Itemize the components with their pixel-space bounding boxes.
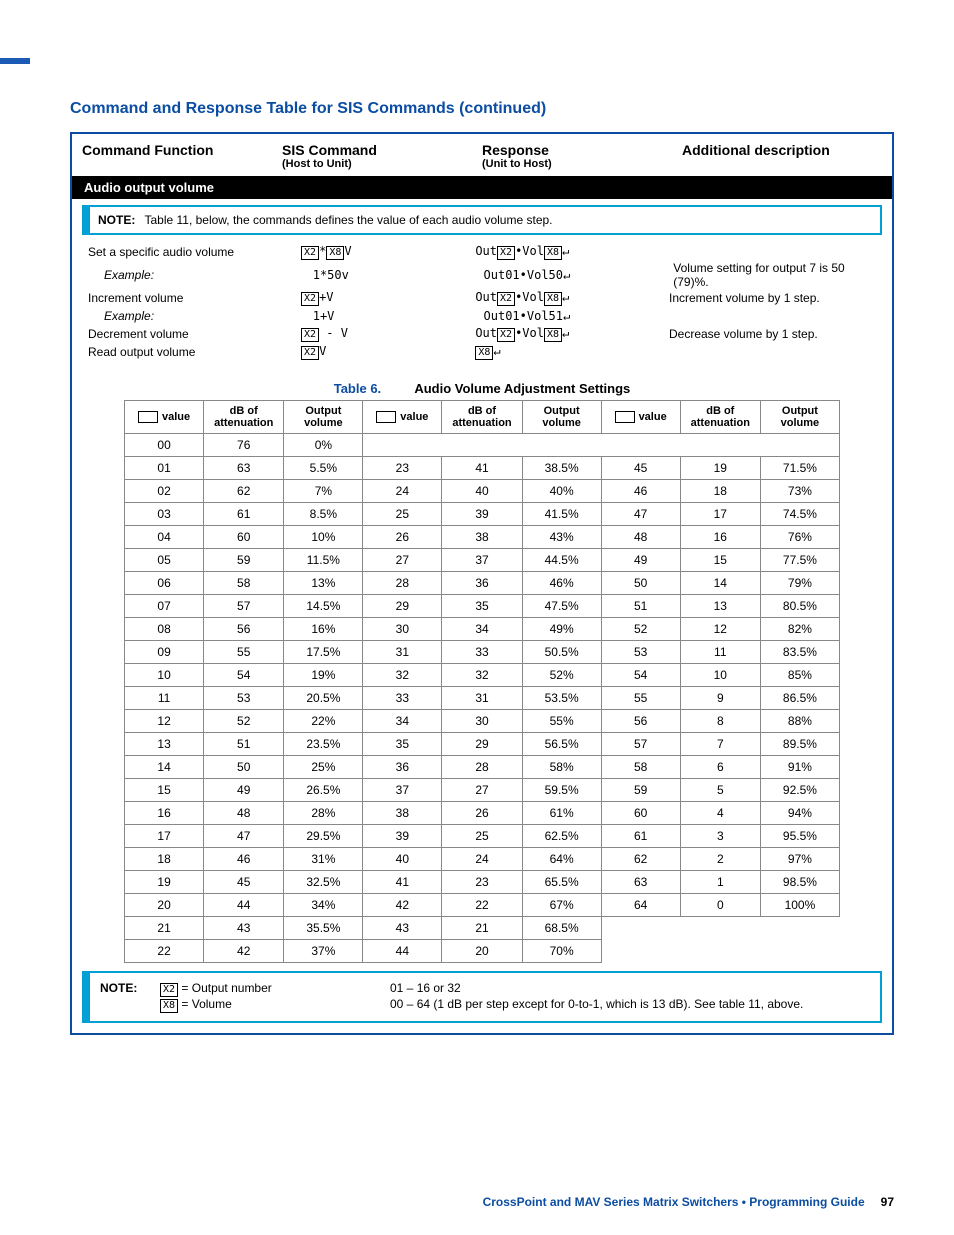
table-row: 145025%362858%58691%	[125, 756, 840, 779]
page-number: 97	[881, 1195, 894, 1209]
table-row: 224237%442070%	[125, 940, 840, 963]
table-row: 00760%	[125, 434, 840, 457]
table-row: 214335.5%432168.5%	[125, 917, 840, 940]
table-header-row: Command Function SIS Command Response Ad…	[72, 134, 892, 158]
x8-icon: X8	[160, 999, 178, 1013]
footnote-box: NOTE: X2 = Output number 01 – 16 or 32 X…	[82, 971, 882, 1023]
command-row: Example:1*50vOut01•Vol50↵Volume setting …	[82, 261, 882, 289]
command-table-frame: Command Function SIS Command Response Ad…	[70, 132, 894, 1035]
command-row: Decrement volumeX2 - VOutX2•VolX8↵Decrea…	[82, 325, 882, 343]
th-resp-sub: (Unit to Host)	[482, 158, 682, 170]
x2-def: = Output number	[181, 981, 271, 995]
command-row: Example:1+VOut01•Vol51↵	[82, 307, 882, 325]
th-response: Response	[482, 142, 682, 158]
x2-range: 01 – 16 or 32	[390, 981, 870, 997]
table-row: 075714.5%293547.5%511380.5%	[125, 595, 840, 618]
x8-range: 00 – 64 (1 dB per step except for 0-to-1…	[390, 997, 870, 1013]
table-row: 065813%283646%501479%	[125, 572, 840, 595]
th-sis: SIS Command	[282, 142, 482, 158]
table-row: 184631%402464%62297%	[125, 848, 840, 871]
table-subheader-row: (Host to Unit) (Unit to Host)	[72, 158, 892, 176]
table-row: 03618.5%253941.5%471774.5%	[125, 503, 840, 526]
x2-icon: X2	[160, 983, 178, 997]
note-label: NOTE:	[98, 213, 135, 227]
table-caption: Table 6. Audio Volume Adjustment Setting…	[72, 381, 892, 396]
footer-title: CrossPoint and MAV Series Matrix Switche…	[483, 1195, 865, 1209]
group-header: Audio output volume	[72, 176, 892, 199]
table-row: 125222%343055%56888%	[125, 710, 840, 733]
volume-table: valuedB ofattenuationOutputvolumevaluedB…	[124, 400, 840, 963]
table-row: 194532.5%412365.5%63198.5%	[125, 871, 840, 894]
table-row: 105419%323252%541085%	[125, 664, 840, 687]
table-row: 204434%422267%640100%	[125, 894, 840, 917]
command-row: Increment volumeX2+VOutX2•VolX8↵Incremen…	[82, 289, 882, 307]
table-row: 055911.5%273744.5%491577.5%	[125, 549, 840, 572]
table-row: 115320.5%333153.5%55986.5%	[125, 687, 840, 710]
table-row: 154926.5%372759.5%59592.5%	[125, 779, 840, 802]
table-row: 135123.5%352956.5%57789.5%	[125, 733, 840, 756]
th-function: Command Function	[82, 142, 282, 158]
table-row: 095517.5%313350.5%531183.5%	[125, 641, 840, 664]
page-footer: CrossPoint and MAV Series Matrix Switche…	[70, 1195, 894, 1209]
command-rows: Set a specific audio volumeX2*X8VOutX2•V…	[72, 241, 892, 371]
th-desc: Additional description	[682, 142, 882, 158]
table-number: Table 6.	[334, 381, 381, 396]
table-row: 01635.5%234138.5%451971.5%	[125, 457, 840, 480]
note-bar: NOTE: Table 11, below, the commands defi…	[82, 205, 882, 235]
command-row: Set a specific audio volumeX2*X8VOutX2•V…	[82, 243, 882, 261]
table-row: 174729.5%392562.5%61395.5%	[125, 825, 840, 848]
header-accent	[0, 58, 30, 64]
table-row: 085616%303449%521282%	[125, 618, 840, 641]
section-title: Command and Response Table for SIS Comma…	[70, 100, 894, 118]
x8-def: = Volume	[181, 997, 231, 1011]
th-sis-sub: (Host to Unit)	[282, 158, 482, 170]
command-row: Read output volumeX2VX8↵	[82, 343, 882, 361]
table-row: 02627%244040%461873%	[125, 480, 840, 503]
footnote-label: NOTE:	[100, 981, 160, 997]
table-row: 046010%263843%481676%	[125, 526, 840, 549]
note-text: Table 11, below, the commands defines th…	[144, 213, 552, 227]
table-row: 164828%382661%60494%	[125, 802, 840, 825]
table-title: Audio Volume Adjustment Settings	[414, 381, 630, 396]
